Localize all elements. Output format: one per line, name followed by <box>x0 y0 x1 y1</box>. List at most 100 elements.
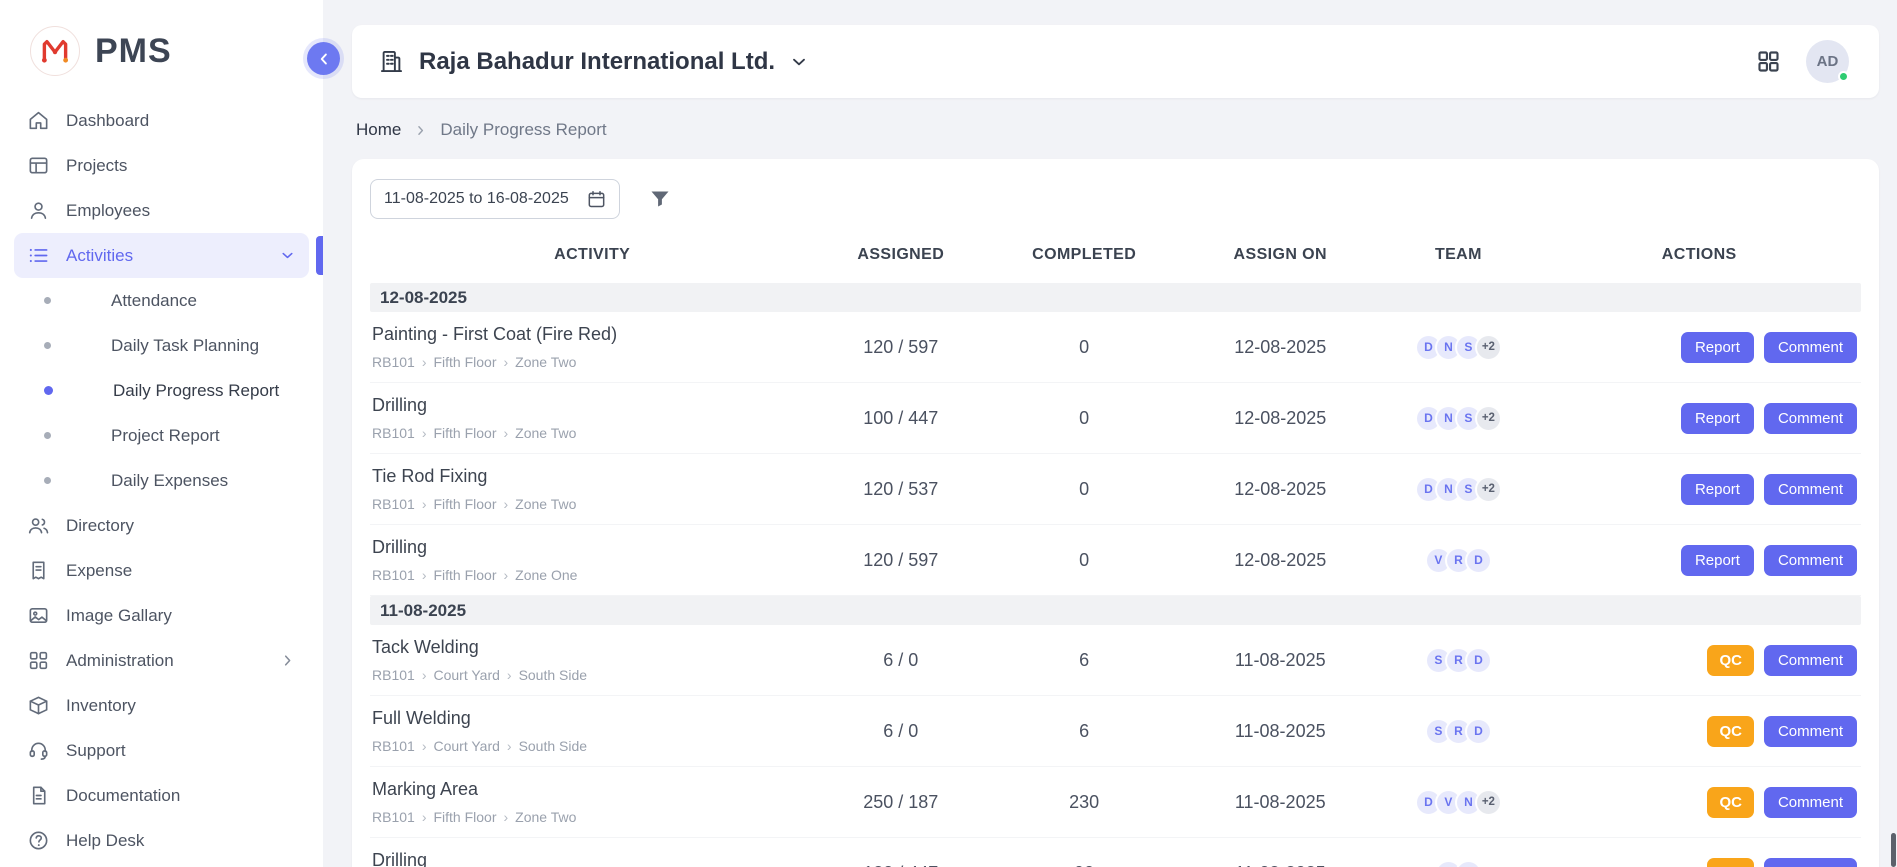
avatar-initials: AD <box>1817 53 1839 70</box>
sidebar-item-expense[interactable]: Expense <box>14 548 309 593</box>
sidebar-item-projects[interactable]: Projects <box>14 143 309 188</box>
assign-on-value: 12-08-2025 <box>1181 337 1379 358</box>
qc-button[interactable]: QC <box>1707 787 1754 818</box>
sidebar-item-image-gallary[interactable]: Image Gallary <box>14 593 309 638</box>
comment-button[interactable]: Comment <box>1764 403 1857 434</box>
sidebar-item-label: Image Gallary <box>66 606 172 626</box>
breadcrumb: Home Daily Progress Report <box>356 120 1879 140</box>
sidebar-item-label: Inventory <box>66 696 136 716</box>
row-actions: QC Comment <box>1537 645 1861 676</box>
sidebar-item-activities[interactable]: Activities <box>14 233 309 278</box>
sidebar-item-dashboard[interactable]: Dashboard <box>14 98 309 143</box>
date-group-row: 11-08-2025 <box>370 596 1861 625</box>
activity-title: Drilling <box>372 537 804 558</box>
column-header-completed: COMPLETED <box>987 246 1181 264</box>
comment-button[interactable]: Comment <box>1764 332 1857 363</box>
assigned-value: 100 / 447 <box>814 408 987 429</box>
comment-button[interactable]: Comment <box>1764 645 1857 676</box>
sidebar-item-administration[interactable]: Administration <box>14 638 309 683</box>
date-range-input[interactable]: 11-08-2025 to 16-08-2025 <box>370 179 620 219</box>
activity-path-segment: Court Yard <box>433 667 499 683</box>
assign-on-value: 12-08-2025 <box>1181 479 1379 500</box>
activity-path-segment: Fifth Floor <box>433 354 496 370</box>
path-separator-icon: › <box>504 496 509 512</box>
path-separator-icon: › <box>504 354 509 370</box>
comment-button[interactable]: Comment <box>1764 858 1857 867</box>
chevron-down-icon <box>789 52 809 72</box>
activity-path-segment: Fifth Floor <box>433 496 496 512</box>
sidebar-subitem-daily-expenses[interactable]: Daily Expenses <box>0 458 323 503</box>
activity-path: RB101›Fifth Floor›Zone Two <box>372 809 804 825</box>
sidebar-item-label: Dashboard <box>66 111 149 131</box>
activity-path: RB101›Fifth Floor›Zone Two <box>372 425 804 441</box>
report-button[interactable]: Report <box>1681 332 1754 363</box>
row-actions: Report Comment <box>1537 403 1861 434</box>
activity-title: Tie Rod Fixing <box>372 466 804 487</box>
table-row: Full Welding RB101›Court Yard›South Side… <box>370 696 1861 767</box>
report-button[interactable]: Report <box>1681 474 1754 505</box>
bullet-icon <box>44 432 51 439</box>
sidebar-item-directory[interactable]: Directory <box>14 503 309 548</box>
company-selector[interactable]: Raja Bahadur International Ltd. <box>378 48 809 76</box>
row-actions: QC Comment <box>1537 716 1861 747</box>
sidebar-item-label: Employees <box>66 201 150 221</box>
sidebar-subitem-daily-task-planning[interactable]: Daily Task Planning <box>0 323 323 368</box>
table-row: Marking Area RB101›Fifth Floor›Zone Two … <box>370 767 1861 838</box>
support-icon <box>27 739 50 762</box>
sidebar-collapse-button[interactable] <box>307 42 340 75</box>
comment-button[interactable]: Comment <box>1764 545 1857 576</box>
activity-cell: Drilling RB101›Fifth Floor›Zone One <box>370 525 814 595</box>
qc-button[interactable]: QC <box>1707 716 1754 747</box>
sidebar-subitem-label: Daily Task Planning <box>111 336 259 356</box>
activity-cell: Tie Rod Fixing RB101›Fifth Floor›Zone Tw… <box>370 454 814 524</box>
column-header-actions: ACTIONS <box>1537 246 1861 264</box>
apps-grid-button[interactable] <box>1755 48 1782 75</box>
breadcrumb-home[interactable]: Home <box>356 120 401 140</box>
report-button[interactable]: Report <box>1681 403 1754 434</box>
sidebar-subitem-daily-progress-report[interactable]: Daily Progress Report <box>0 368 323 413</box>
sidebar-item-documentation[interactable]: Documentation <box>14 773 309 818</box>
team-avatars: VRD <box>1379 547 1537 574</box>
team-avatars: DNS+2 <box>1379 405 1537 432</box>
team-extra-count: +2 <box>1475 476 1502 503</box>
column-header-assigned: ASSIGNED <box>814 246 987 264</box>
team-extra-count: +2 <box>1475 334 1502 361</box>
path-separator-icon: › <box>507 667 512 683</box>
filter-button[interactable] <box>648 187 672 211</box>
sidebar: PMS Dashboard Projects Employees Activit… <box>0 0 323 867</box>
qc-button[interactable]: QC <box>1707 858 1754 867</box>
activity-path-segment: RB101 <box>372 425 415 441</box>
date-range-value: 11-08-2025 to 16-08-2025 <box>384 190 569 208</box>
scrollbar-thumb[interactable] <box>1891 833 1896 867</box>
documentation-icon <box>27 784 50 807</box>
brand: PMS <box>0 0 323 94</box>
sidebar-menu: Dashboard Projects Employees Activities … <box>0 94 323 863</box>
sidebar-item-label: Documentation <box>66 786 180 806</box>
expense-icon <box>27 559 50 582</box>
sidebar-item-label: Support <box>66 741 126 761</box>
completed-value: 0 <box>987 479 1181 500</box>
user-avatar[interactable]: AD <box>1806 40 1849 83</box>
sidebar-subitem-project-report[interactable]: Project Report <box>0 413 323 458</box>
comment-button[interactable]: Comment <box>1764 787 1857 818</box>
employees-icon <box>27 199 50 222</box>
activities-icon <box>27 244 50 267</box>
activity-cell: Drilling RB101›Fifth Floor›Zone Two <box>370 838 814 867</box>
sidebar-item-employees[interactable]: Employees <box>14 188 309 233</box>
activity-path-segment: Zone Two <box>515 809 576 825</box>
activity-path-segment: RB101 <box>372 496 415 512</box>
calendar-icon <box>586 189 607 210</box>
qc-button[interactable]: QC <box>1707 645 1754 676</box>
sidebar-item-help-desk[interactable]: Help Desk <box>14 818 309 863</box>
comment-button[interactable]: Comment <box>1764 716 1857 747</box>
activity-cell: Painting - First Coat (Fire Red) RB101›F… <box>370 312 814 382</box>
sidebar-item-support[interactable]: Support <box>14 728 309 773</box>
table-row: Painting - First Coat (Fire Red) RB101›F… <box>370 312 1861 383</box>
sidebar-subitem-attendance[interactable]: Attendance <box>0 278 323 323</box>
activity-cell: Marking Area RB101›Fifth Floor›Zone Two <box>370 767 814 837</box>
report-button[interactable]: Report <box>1681 545 1754 576</box>
sidebar-item-inventory[interactable]: Inventory <box>14 683 309 728</box>
activity-path-segment: RB101 <box>372 738 415 754</box>
comment-button[interactable]: Comment <box>1764 474 1857 505</box>
assigned-value: 120 / 597 <box>814 550 987 571</box>
